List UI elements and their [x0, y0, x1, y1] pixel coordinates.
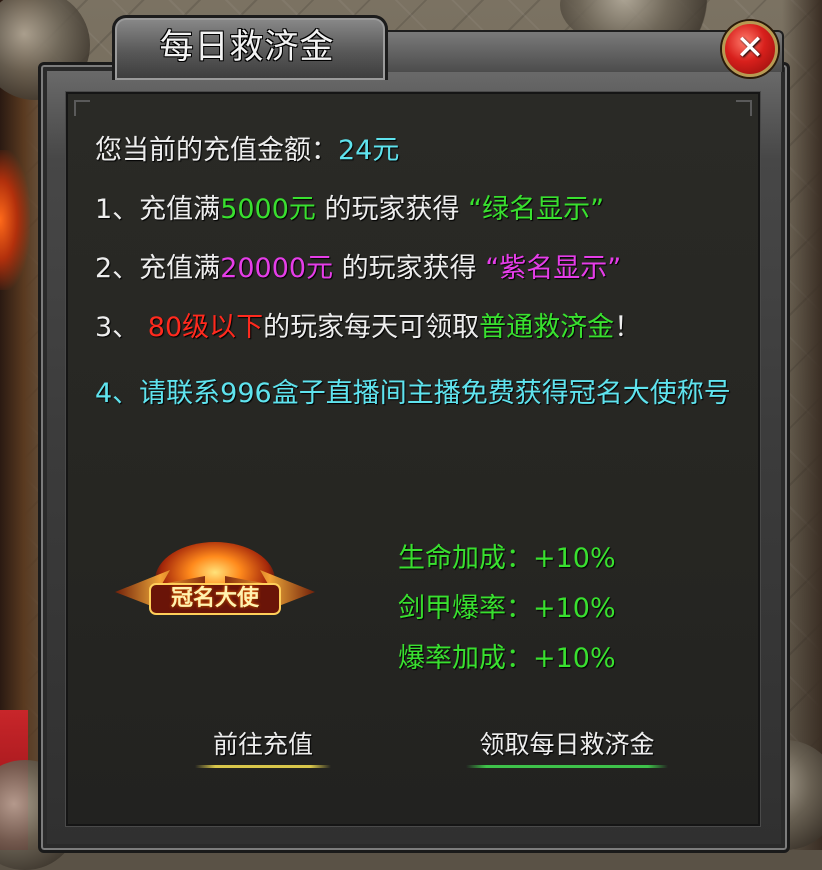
claim-relief-button[interactable]: 领取每日救济金	[466, 722, 668, 768]
rule-2: 2、充值满20000元 的玩家获得 “紫名显示”	[95, 246, 621, 285]
rule-3: 3、 80级以下的玩家每天可领取普通救济金！	[95, 305, 641, 344]
dialog-title: 每日救济金	[159, 27, 335, 67]
rule-1-amount: 5000元	[220, 194, 316, 225]
background-fire-glow	[0, 150, 30, 290]
claim-relief-button-underline	[466, 765, 668, 768]
stat-drop-rate-bonus: 爆率加成：+10%	[398, 643, 616, 674]
rule-3-middle: 的玩家每天可领取	[263, 312, 480, 343]
recharge-button-label: 前往充值	[212, 730, 313, 759]
rule-3-prefix: 3、	[95, 312, 148, 343]
rule-2-amount: 20000元	[220, 253, 334, 284]
rule-3-level: 80级以下	[147, 312, 264, 343]
stat-hp-bonus: 生命加成：+10%	[398, 543, 616, 574]
badge-text: 冠名大使	[170, 586, 259, 611]
rule-3-suffix: ！	[614, 312, 642, 343]
rule-3-reward: 普通救济金	[479, 312, 615, 343]
rule-4: 4、请联系996盒子直播间主播免费获得冠名大使称号	[95, 378, 731, 409]
rule-1-middle: 的玩家获得	[315, 194, 469, 225]
rule-1: 1、充值满5000元 的玩家获得 “绿名显示”	[95, 187, 604, 226]
recharge-button[interactable]: 前往充值	[195, 722, 331, 768]
rule-2-reward: “紫名显示”	[485, 253, 622, 284]
close-button[interactable]: ✕	[722, 21, 778, 77]
balance-value: 24元	[338, 135, 400, 166]
rule-2-middle: 的玩家获得	[333, 253, 486, 284]
close-icon: ✕	[735, 28, 765, 68]
balance-label: 您当前的充值金额：	[95, 135, 338, 166]
recharge-button-underline	[195, 765, 331, 768]
rule-1-prefix: 1、充值满	[95, 194, 221, 225]
balance-line: 您当前的充值金额：24元	[95, 128, 399, 167]
claim-relief-button-label: 领取每日救济金	[479, 730, 655, 759]
stat-equip-drop-rate: 剑甲爆率：+10%	[398, 593, 616, 624]
rule-1-reward: “绿名显示”	[468, 194, 605, 225]
title-badge: 冠名大使	[110, 540, 320, 630]
rule-2-prefix: 2、充值满	[95, 253, 221, 284]
